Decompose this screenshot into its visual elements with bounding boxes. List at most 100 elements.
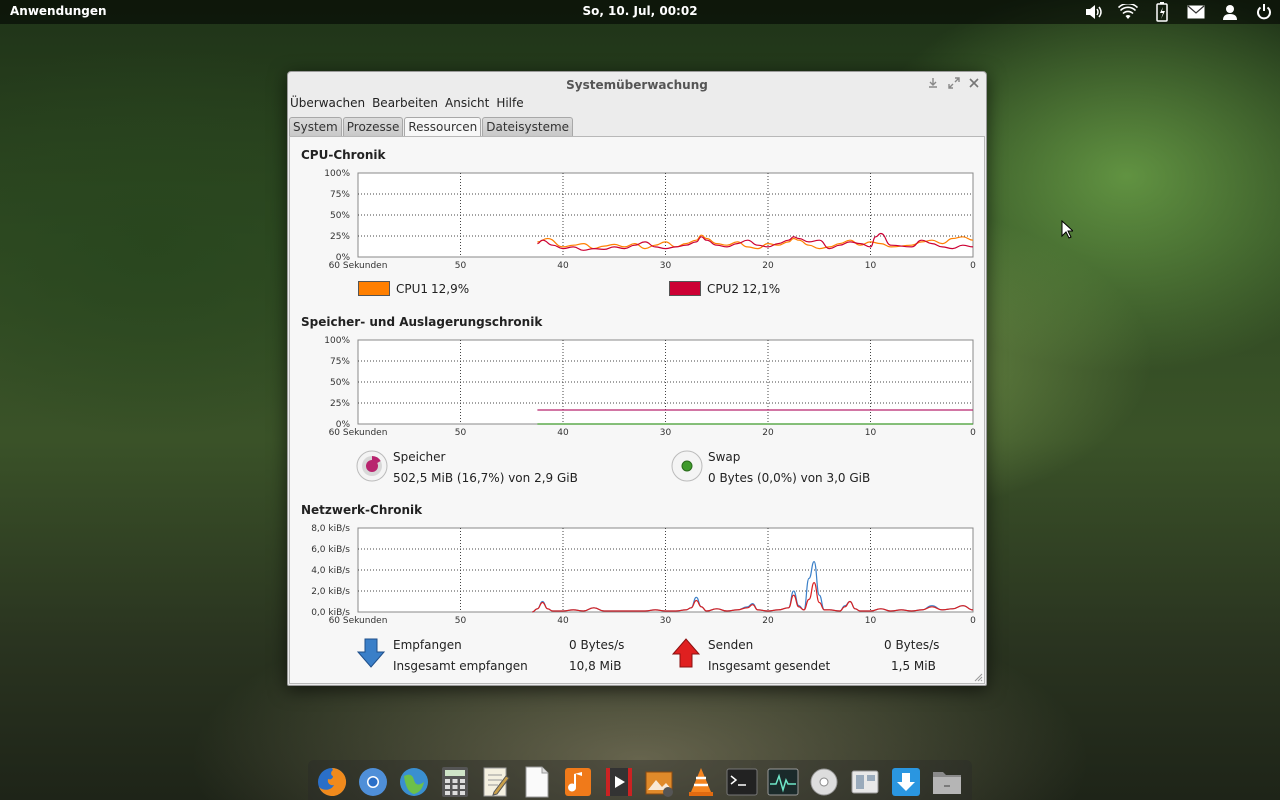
tab-system[interactable]: System: [289, 117, 342, 136]
window-title: Systemüberwachung: [566, 78, 708, 92]
tab-ressourcen[interactable]: Ressourcen: [404, 117, 482, 137]
resources-panel: CPU-Chronik 100% 75% 50% 25% 0% 60 Sekunden 50…: [289, 136, 985, 684]
send-label: Senden: [708, 638, 754, 652]
x-tick-label: 40: [557, 261, 569, 271]
x-tick-label: 10: [865, 428, 877, 438]
calculator-icon[interactable]: [439, 766, 471, 798]
titlebar[interactable]: Systemüberwachung: [288, 72, 986, 98]
clock[interactable]: So, 10. Jul, 00:02: [582, 4, 697, 18]
dock: [308, 760, 972, 800]
swap-label: Swap: [708, 450, 741, 464]
x-tick-label: 0: [970, 616, 976, 626]
terminal-icon[interactable]: [726, 766, 758, 798]
music-icon[interactable]: [562, 766, 594, 798]
y-tick-label: 25%: [330, 232, 350, 242]
y-tick-label: 50%: [330, 378, 350, 388]
x-tick-label: 40: [557, 428, 569, 438]
memory-pie-icon[interactable]: [356, 450, 388, 482]
menubar: Überwachen Bearbeiten Ansicht Hilfe: [290, 96, 524, 114]
y-tick-label: 6,0 kiB/s: [311, 545, 350, 555]
download-icon[interactable]: [890, 766, 922, 798]
maximize-icon[interactable]: [947, 77, 961, 91]
memory-chart: 100% 75% 50% 25% 0% 60 Sekunden 50 40 30 20 10 0: [290, 336, 986, 440]
x-tick-label: 20: [762, 261, 774, 271]
y-tick-label: 4,0 kiB/s: [311, 566, 350, 576]
chart-svg: 8,0 kiB/s6,0 kiB/s4,0 kiB/s2,0 kiB/s0,0 …: [311, 524, 976, 626]
mouse-cursor-icon: [1061, 220, 1073, 239]
firefox-icon[interactable]: [316, 766, 348, 798]
vlc-icon[interactable]: [685, 766, 717, 798]
send-total-value: 1,5 MiB: [891, 659, 936, 673]
x-tick-label: 40: [557, 616, 569, 626]
receive-arrow-icon[interactable]: [356, 638, 386, 668]
menu-bearbeiten[interactable]: Bearbeiten: [372, 96, 438, 114]
network-section-title: Netzwerk-Chronik: [301, 503, 423, 517]
swap-pie-icon[interactable]: [671, 450, 703, 482]
x-tick-label: 50: [455, 261, 467, 271]
system-monitor-window: Systemüberwachung Überwachen Bearbeiten …: [287, 71, 987, 686]
cpu2-color-swatch[interactable]: [669, 281, 701, 296]
power-icon[interactable]: [1254, 2, 1274, 22]
system-monitor-icon[interactable]: [767, 766, 799, 798]
switchboard-icon[interactable]: [849, 766, 881, 798]
minimize-icon[interactable]: [926, 77, 940, 91]
menu-ansicht[interactable]: Ansicht: [445, 96, 489, 114]
x-tick-label: 50: [455, 616, 467, 626]
chromium-icon[interactable]: [357, 766, 389, 798]
y-tick-label: 25%: [330, 399, 350, 409]
midori-icon[interactable]: [398, 766, 430, 798]
applications-menu[interactable]: Anwendungen: [10, 4, 107, 18]
window-title-container: Systemüberwachung: [288, 78, 986, 92]
memory-label: Speicher: [393, 450, 446, 464]
x-tick-label: 30: [660, 428, 672, 438]
resize-grip-icon[interactable]: [973, 672, 983, 682]
memory-value: 502,5 MiB (16,7%) von 2,9 GiB: [393, 471, 578, 485]
tab-dateisysteme[interactable]: Dateisysteme: [482, 117, 574, 136]
chart-svg: 100%75%50%25%0%60 Sekunden 50 40 30 20 10 0: [324, 169, 976, 271]
receive-value: 0 Bytes/s: [569, 638, 625, 652]
tab-prozesse[interactable]: Prozesse: [342, 117, 404, 136]
battery-icon[interactable]: [1152, 2, 1172, 22]
wifi-icon[interactable]: [1118, 2, 1138, 22]
y-tick-label: 100%: [324, 169, 350, 179]
x-tick-label: 20: [762, 616, 774, 626]
tab-bar: System Prozesse Ressourcen Dateisysteme: [289, 117, 574, 137]
y-tick-label: 50%: [330, 211, 350, 221]
y-tick-label: 2,0 kiB/s: [311, 587, 350, 597]
x-tick-label: 60 Sekunden: [329, 428, 388, 438]
files-icon[interactable]: [931, 766, 963, 798]
cpu2-value: 12,1%: [742, 282, 781, 296]
send-total-label: Insgesamt gesendet: [708, 659, 831, 673]
receive-total-value: 10,8 MiB: [569, 659, 622, 673]
mail-icon[interactable]: [1186, 2, 1206, 22]
disc-icon[interactable]: [808, 766, 840, 798]
menu-hilfe[interactable]: Hilfe: [496, 96, 523, 114]
x-tick-label: 0: [970, 261, 976, 271]
y-tick-label: 75%: [330, 357, 350, 367]
indicator-area: [1084, 2, 1274, 22]
video-icon[interactable]: [603, 766, 635, 798]
cpu1-color-swatch[interactable]: [358, 281, 390, 296]
x-tick-label: 50: [455, 428, 467, 438]
cpu1-value: 12,9%: [431, 282, 470, 296]
close-icon[interactable]: [967, 77, 981, 91]
x-tick-label: 30: [660, 261, 672, 271]
y-tick-label: 100%: [324, 336, 350, 346]
network-chart: 8,0 kiB/s 6,0 kiB/s 4,0 kiB/s 2,0 kiB/s 0,0 …: [290, 524, 986, 628]
top-panel: Anwendungen So, 10. Jul, 00:02: [0, 0, 1280, 24]
user-icon[interactable]: [1220, 2, 1240, 22]
menu-ueberwachen[interactable]: Überwachen: [290, 96, 365, 114]
x-tick-label: 10: [865, 261, 877, 271]
x-tick-label: 0: [970, 428, 976, 438]
cpu1-label: CPU1: [396, 282, 429, 296]
volume-icon[interactable]: [1084, 2, 1104, 22]
memory-section-title: Speicher- und Auslagerungschronik: [301, 315, 543, 329]
photos-icon[interactable]: [644, 766, 676, 798]
document-icon[interactable]: [521, 766, 553, 798]
cpu-chart: 100% 75% 50% 25% 0% 60 Sekunden 50 40 30 20 10 0: [290, 169, 986, 273]
text-editor-icon[interactable]: [480, 766, 512, 798]
x-tick-label: 60 Sekunden: [329, 261, 388, 271]
y-tick-label: 75%: [330, 190, 350, 200]
receive-label: Empfangen: [393, 638, 462, 652]
send-arrow-icon[interactable]: [671, 638, 701, 668]
